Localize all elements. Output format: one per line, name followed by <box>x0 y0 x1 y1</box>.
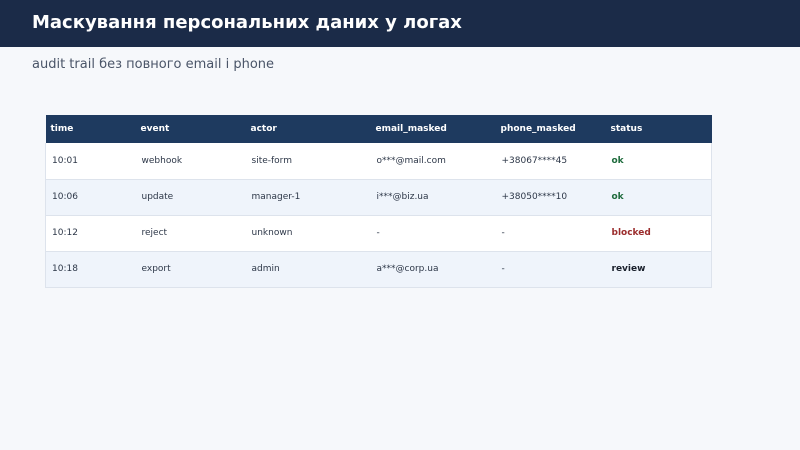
audit-log-table-container: time event actor email_masked phone_mask… <box>45 115 712 288</box>
table-row[interactable]: 10:18 export admin a***@corp.ua - review <box>45 251 712 287</box>
cell-phone-masked: +38067****45 <box>501 155 568 166</box>
cell-phone-masked: +38050****10 <box>501 192 568 202</box>
table-row[interactable]: 10:01 webhook site-form o***@mail.com +3… <box>45 143 712 179</box>
status-badge: ok <box>611 192 624 202</box>
cell-phone-masked: - <box>501 228 505 238</box>
column-header-phone-masked[interactable]: phone_masked <box>496 115 606 143</box>
cell-time: 10:06 <box>52 192 78 202</box>
cell-event: update <box>141 192 174 202</box>
cell-event: export <box>141 264 171 274</box>
cell-email-masked: a***@corp.ua <box>376 264 439 274</box>
audit-log-table: time event actor email_masked phone_mask… <box>45 115 712 288</box>
cell-actor: admin <box>251 264 280 274</box>
page-title: Маскування персональних даних у логах <box>32 12 462 33</box>
status-badge: review <box>611 264 646 274</box>
cell-phone-masked: - <box>501 264 505 274</box>
column-header-email-masked[interactable]: email_masked <box>371 115 496 143</box>
cell-event: reject <box>141 228 168 238</box>
status-badge: ok <box>611 155 624 166</box>
cell-time: 10:01 <box>52 155 78 166</box>
column-header-actor[interactable]: actor <box>246 115 371 143</box>
table-header-row: time event actor email_masked phone_mask… <box>45 115 712 143</box>
cell-actor: site-form <box>251 155 293 166</box>
cell-time: 10:18 <box>52 264 78 274</box>
cell-email-masked: i***@biz.ua <box>376 192 429 202</box>
status-badge: blocked <box>611 228 651 238</box>
page-header: Маскування персональних даних у логах <box>0 0 800 47</box>
column-header-time[interactable]: time <box>46 115 136 143</box>
table-row[interactable]: 10:12 reject unknown - - blocked <box>45 215 712 251</box>
cell-email-masked: o***@mail.com <box>376 155 446 166</box>
cell-time: 10:12 <box>52 228 78 238</box>
page-subtitle: audit trail без повного email і phone <box>32 57 275 72</box>
cell-actor: unknown <box>251 228 293 238</box>
table-row[interactable]: 10:06 update manager-1 i***@biz.ua +3805… <box>45 179 712 215</box>
cell-event: webhook <box>141 155 183 166</box>
column-header-event[interactable]: event <box>136 115 246 143</box>
cell-actor: manager-1 <box>251 192 301 202</box>
column-header-status[interactable]: status <box>606 115 712 143</box>
cell-email-masked: - <box>376 228 380 238</box>
